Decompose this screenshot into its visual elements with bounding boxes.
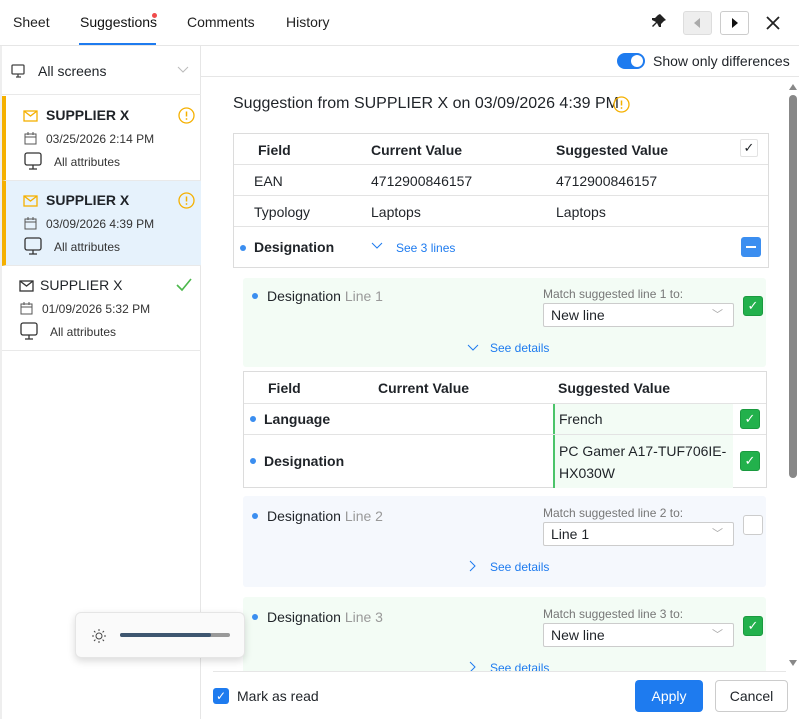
chevron-down-icon: ﹀ xyxy=(712,629,723,641)
column-header: Current Value xyxy=(378,380,470,396)
column-header: Current Value xyxy=(371,142,463,158)
field-name: Designation xyxy=(254,239,335,255)
line-checkbox[interactable]: ✓ xyxy=(743,616,763,636)
pin-icon[interactable] xyxy=(651,13,667,32)
brightness-popup xyxy=(75,612,245,658)
notification-dot xyxy=(152,13,157,18)
page-title: Suggestion from SUPPLIER X on 03/09/2026… xyxy=(233,95,620,112)
partial-checkbox[interactable] xyxy=(741,237,761,257)
field-name: Typology xyxy=(254,204,311,220)
toggle-label: Show only differences xyxy=(653,53,790,69)
field-checkbox[interactable]: ✓ xyxy=(740,451,760,471)
column-header: Suggested Value xyxy=(556,142,669,158)
tab-sheet[interactable]: Sheet xyxy=(13,14,50,30)
line-number: Line 1 xyxy=(344,288,383,304)
brightness-icon xyxy=(92,629,106,643)
mark-as-read-label: Mark as read xyxy=(237,688,319,704)
tab-history[interactable]: History xyxy=(286,14,330,30)
line-field: Designation xyxy=(267,288,341,304)
field-name: Designation xyxy=(264,453,345,469)
match-line-select[interactable]: New line ﹀ xyxy=(543,303,734,327)
column-header: Field xyxy=(268,380,301,396)
line-checkbox[interactable] xyxy=(743,515,763,535)
chevron-down-icon: ﹀ xyxy=(712,309,723,321)
line-checkbox[interactable]: ✓ xyxy=(743,296,763,316)
chevron-down-icon xyxy=(467,344,479,351)
line-field: Designation xyxy=(267,508,341,524)
see-details-link[interactable]: See details xyxy=(490,341,549,355)
mark-as-read-checkbox[interactable]: ✓ xyxy=(213,688,229,704)
tab-suggestions[interactable]: Suggestions xyxy=(80,14,157,30)
tab-comments[interactable]: Comments xyxy=(187,14,255,30)
scroll-down-arrow[interactable] xyxy=(789,660,797,666)
show-differences-toggle[interactable] xyxy=(617,53,645,69)
match-label: Match suggested line 1 to: xyxy=(543,287,684,301)
apply-button[interactable]: Apply xyxy=(635,680,703,712)
chevron-down-icon: ﹀ xyxy=(712,528,723,540)
close-icon[interactable] xyxy=(766,16,780,33)
suggested-value: Laptops xyxy=(556,204,606,220)
line-details-table: Field Current Value Suggested Value Lang… xyxy=(243,371,767,488)
current-value: 4712900846157 xyxy=(371,173,473,189)
match-label: Match suggested line 3 to: xyxy=(543,607,684,621)
next-button[interactable] xyxy=(720,11,749,35)
see-lines-link[interactable]: See 3 lines xyxy=(396,241,455,255)
next-icon xyxy=(732,18,738,28)
scrollbar-thumb[interactable] xyxy=(789,95,797,478)
line-field: Designation xyxy=(267,609,341,625)
current-value: Laptops xyxy=(371,204,421,220)
line-block: Designation Line 1 Match suggested line … xyxy=(243,278,766,367)
chevron-right-icon xyxy=(469,661,476,671)
suggested-value: 4712900846157 xyxy=(556,173,658,189)
column-header: Suggested Value xyxy=(558,380,671,396)
chevron-down-icon xyxy=(371,242,383,249)
warning-icon xyxy=(613,96,630,113)
match-label: Match suggested line 2 to: xyxy=(543,506,684,520)
select-all-checkbox[interactable]: ✓ xyxy=(740,139,758,157)
scroll-up-arrow[interactable] xyxy=(789,84,797,90)
column-header: Field xyxy=(258,142,291,158)
previous-icon xyxy=(694,18,700,28)
brightness-slider[interactable] xyxy=(120,633,230,637)
suggested-value: PC Gamer A17-TUF706IE-HX030W xyxy=(559,443,727,481)
chevron-down-icon xyxy=(177,66,189,73)
suggestion-content: Suggestion from SUPPLIER X on 03/09/2026… xyxy=(0,77,786,671)
cancel-button[interactable]: Cancel xyxy=(715,680,788,712)
line-block: Designation Line 2 Match suggested line … xyxy=(243,496,766,587)
match-line-select[interactable]: Line 1 ﹀ xyxy=(543,522,734,546)
field-checkbox[interactable]: ✓ xyxy=(740,409,760,429)
field-name: Language xyxy=(264,411,331,427)
line-block: Designation Line 3 Match suggested line … xyxy=(243,597,766,671)
divider xyxy=(213,671,786,672)
chevron-right-icon xyxy=(469,560,476,572)
see-details-link[interactable]: See details xyxy=(490,661,549,671)
previous-button[interactable] xyxy=(683,11,712,35)
match-line-select[interactable]: New line ﹀ xyxy=(543,623,734,647)
see-details-link[interactable]: See details xyxy=(490,560,549,574)
field-name: EAN xyxy=(254,173,283,189)
suggested-value: French xyxy=(559,411,603,427)
line-number: Line 3 xyxy=(344,609,383,625)
suggestion-table: Field Current Value Suggested Value ✓ EA… xyxy=(233,133,769,268)
line-number: Line 2 xyxy=(344,508,383,524)
